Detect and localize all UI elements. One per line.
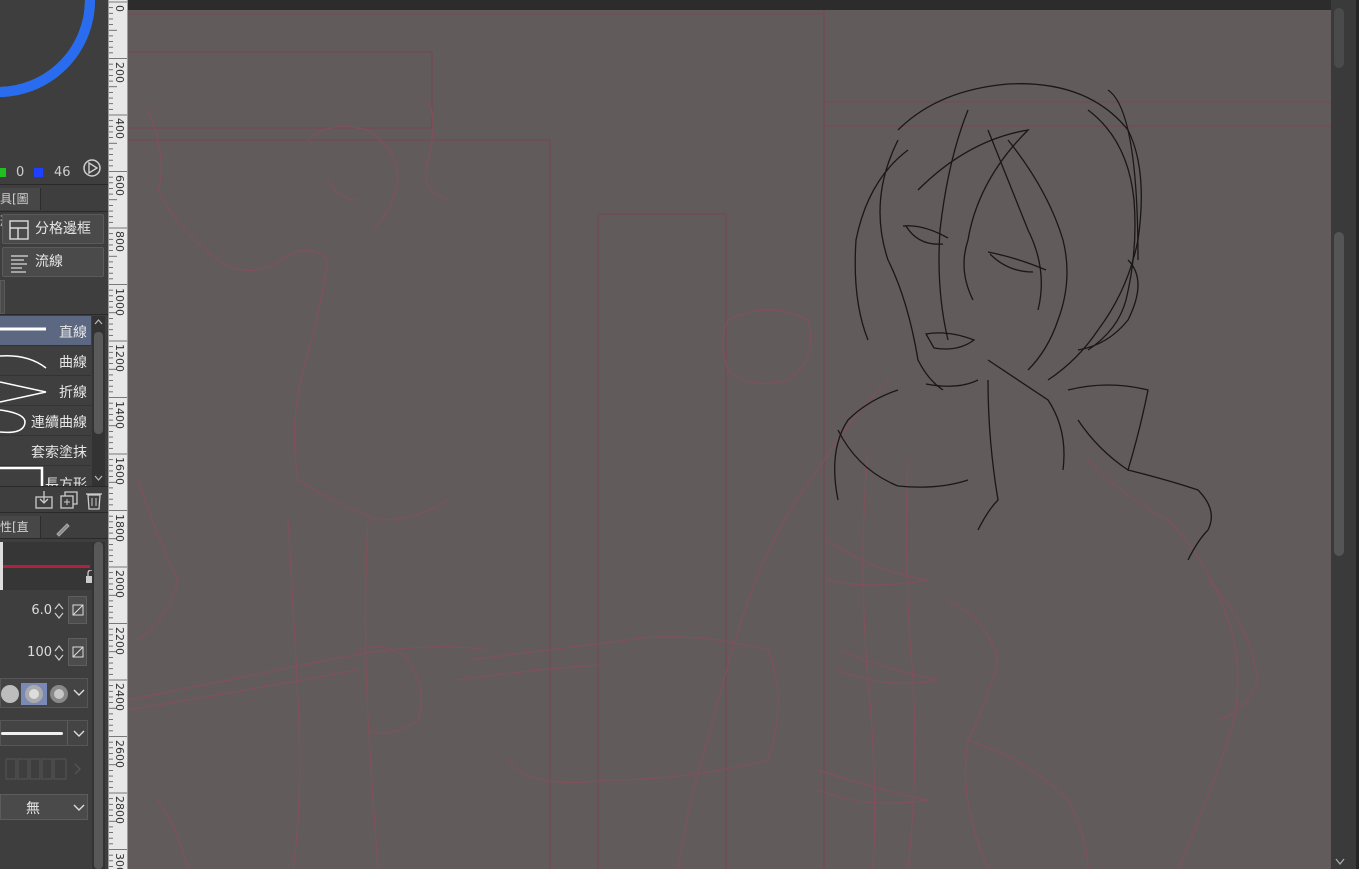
canvas-scroll-thumb[interactable]: [1334, 232, 1344, 556]
spinner-icon[interactable]: [53, 601, 65, 621]
canvas-vertical-scrollbar[interactable]: [1331, 0, 1359, 869]
ruler-label: 1400: [113, 400, 126, 429]
tool-property-tab[interactable]: 性[直線]: [0, 516, 41, 556]
ruler-label: 1600: [113, 457, 126, 485]
ruler-label: 1800: [113, 513, 126, 542]
panel-border-label: 分格邊框: [35, 221, 91, 237]
brush-size-value: 6.0: [31, 603, 52, 618]
ruler-label: 2800: [113, 796, 126, 824]
duplicate-subtool-icon[interactable]: [59, 490, 79, 510]
panel-border-button[interactable]: 分格邊框: [2, 214, 104, 244]
layout-guides: [128, 8, 1331, 869]
speed-lines-button[interactable]: 流線: [2, 247, 104, 277]
lineart-girl-head: [834, 83, 1212, 561]
spinner-icon[interactable]: [53, 643, 65, 663]
polyline-stroke-icon: [0, 381, 47, 403]
color-wheel[interactable]: [0, 0, 98, 100]
ruler-label: 1000: [113, 287, 126, 316]
subtool-label: 曲線: [59, 355, 87, 371]
chevron-down-icon: [73, 689, 85, 696]
scroll-down-icon[interactable]: [94, 474, 103, 482]
drawing-canvas[interactable]: [128, 0, 1331, 869]
left-tool-panel: 0 46 具[圖形] 分格邊框 流線 直線: [0, 0, 108, 869]
green-swatch-icon: [0, 168, 6, 177]
straight-line-stroke-icon: [0, 327, 46, 331]
pressure-slash-icon: [72, 604, 83, 616]
opacity-value: 100: [27, 645, 52, 660]
import-subtool-icon[interactable]: [34, 490, 54, 510]
subtool-list: 直線 曲線 折線 連續曲線 套索塗抹 長方形: [0, 316, 91, 486]
subtool-label: 套索塗抹: [31, 445, 87, 461]
chevron-down-icon: [73, 730, 85, 737]
subtool-label: 折線: [59, 385, 87, 401]
ruler-label: 400: [113, 118, 126, 139]
brush-size-pressure-toggle[interactable]: [68, 596, 87, 624]
property-scroll-thumb[interactable]: [94, 542, 103, 869]
subtool-scroll-thumb[interactable]: [94, 332, 103, 434]
subtool-label: 直線: [59, 325, 87, 341]
brush-tip-icon: [1, 683, 68, 705]
pen-settings-icon[interactable]: [54, 519, 72, 537]
speed-lines-icon: [11, 255, 28, 273]
texture-cells-icon: [5, 758, 81, 780]
subtool-polyline[interactable]: 折線: [0, 376, 91, 406]
ruler-label: 2200: [113, 626, 126, 655]
texture-strip: [0, 754, 88, 784]
rough-sketch-left-figure: [128, 99, 489, 869]
rough-sketch-right-figure: [457, 309, 1259, 869]
scroll-up-icon[interactable]: [94, 318, 103, 326]
subtool-curve[interactable]: 曲線: [0, 346, 91, 376]
vertical-ruler: 0 200 400 600 800 1000 1200 1400 1600 1800 2000 220…: [108, 0, 128, 869]
ruler-label: 3000: [113, 852, 126, 869]
ruler-label: 800: [113, 231, 126, 252]
stroke-preview: [0, 542, 104, 590]
green-value: 0: [16, 165, 25, 180]
curve-stroke-icon: [0, 355, 47, 369]
canvas-top-bar: [128, 0, 1331, 10]
subtool-straight-line[interactable]: 直線: [0, 316, 91, 346]
scroll-down-icon[interactable]: [1335, 858, 1345, 866]
subtool-scrollbar[interactable]: [92, 316, 105, 486]
subtool-continuous-curve[interactable]: 連續曲線: [0, 406, 91, 436]
tool-panel-tab[interactable]: 具[圖形]: [0, 188, 41, 228]
ruler-label: 2600: [113, 739, 126, 768]
stabilization-dropdown[interactable]: 無: [0, 794, 88, 820]
delete-subtool-icon[interactable]: [84, 490, 104, 510]
ruler-label: 0: [113, 5, 126, 12]
brush-tip-selector[interactable]: [0, 678, 88, 708]
ruler-label: 200: [113, 61, 126, 83]
blue-value: 46: [54, 165, 71, 180]
pressure-slash-icon: [72, 646, 83, 658]
subtool-label: 長方形: [45, 477, 87, 486]
subtool-lasso-fill[interactable]: 套索塗抹: [0, 436, 91, 466]
ruler-label: 1200: [113, 344, 126, 372]
panel-border-icon: [9, 220, 29, 240]
opacity-pressure-toggle[interactable]: [68, 638, 87, 666]
sketch-artwork: [128, 8, 1331, 869]
ruler-label: 2400: [113, 683, 126, 711]
subtool-rectangle[interactable]: 長方形: [0, 466, 91, 486]
chevron-down-icon: [73, 804, 85, 811]
speed-lines-label: 流線: [35, 254, 63, 270]
color-mode-play-icon[interactable]: [82, 158, 102, 178]
line-shape-selector[interactable]: [0, 720, 88, 746]
subtool-label: 連續曲線: [31, 415, 87, 431]
ruler-label: 2000: [113, 570, 126, 598]
stabilization-value: 無: [26, 801, 40, 817]
blue-swatch-icon: [34, 168, 43, 177]
ruler-label: 600: [113, 174, 126, 196]
property-scrollbar[interactable]: [92, 542, 105, 869]
